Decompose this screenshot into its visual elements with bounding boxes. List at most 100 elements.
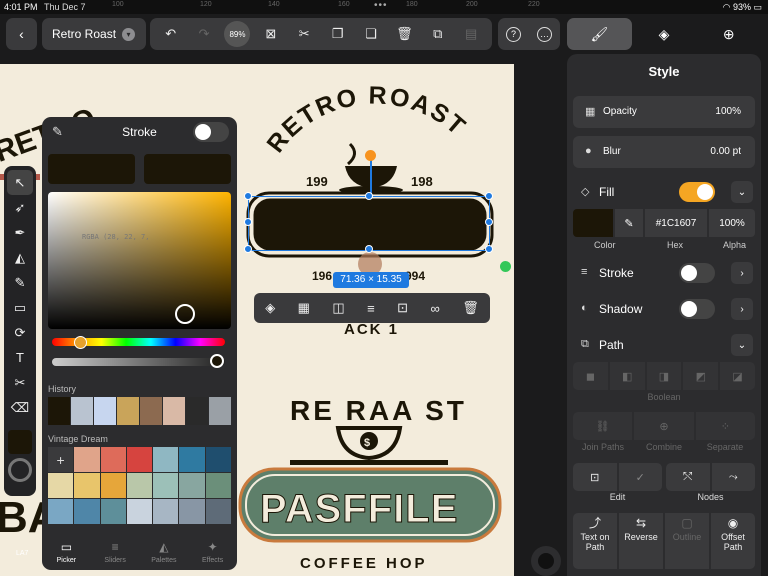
direct-selection-tool-icon[interactable]: ➶ — [7, 195, 33, 220]
fill-alpha-field[interactable]: 100% — [709, 209, 755, 237]
selection-tool-icon[interactable]: ↖ — [7, 170, 33, 195]
duplicate-icon[interactable]: ⧉ — [425, 26, 451, 42]
hue-slider-knob[interactable] — [74, 336, 87, 349]
boolean-subtract-icon[interactable]: ◧ — [609, 362, 645, 390]
link-icon[interactable]: ∞ — [431, 301, 440, 316]
lasso-tool-icon[interactable]: ⟳ — [7, 320, 33, 345]
align-icon[interactable]: ◫ — [332, 300, 344, 316]
fill-toggle[interactable] — [679, 182, 715, 202]
fill-eyedropper-icon[interactable]: ✎ — [615, 209, 643, 237]
shape-builder-tool-icon[interactable]: ◭ — [7, 245, 33, 270]
stroke-toggle[interactable] — [679, 263, 715, 283]
palette-swatch[interactable] — [205, 473, 231, 498]
history-swatch[interactable] — [117, 397, 139, 425]
opacity-icon[interactable]: ▦ — [298, 300, 310, 316]
palette-swatch[interactable] — [153, 473, 179, 498]
distribute-icon[interactable]: ≡ — [367, 301, 375, 316]
arrange-layers-icon[interactable]: ◈ — [265, 300, 275, 316]
history-swatch[interactable] — [48, 397, 70, 425]
fill-color-swatch[interactable] — [573, 209, 613, 237]
undo-icon[interactable]: ↶ — [158, 26, 184, 42]
opacity-row[interactable]: ▦ Opacity 100% — [573, 96, 755, 128]
tab-palettes[interactable]: ◭ Palettes — [140, 533, 189, 570]
document-title-button[interactable]: Retro Roast ▾ — [42, 18, 146, 50]
palette-swatch[interactable] — [126, 499, 153, 524]
join-paths-icon[interactable]: ⛓ — [573, 412, 633, 440]
rectangle-tool-icon[interactable]: ▭ — [7, 295, 33, 320]
palette-swatch[interactable] — [179, 473, 205, 498]
tab-add-icon[interactable]: ⊕ — [696, 18, 761, 50]
palette-swatch[interactable] — [153, 499, 179, 524]
palette-swatch[interactable] — [100, 473, 126, 498]
outline-button[interactable]: ▢ Outline — [665, 513, 709, 569]
palette-swatch[interactable] — [74, 447, 100, 472]
history-swatch[interactable] — [71, 397, 93, 425]
palette-swatch[interactable] — [74, 473, 100, 498]
resize-handle-b[interactable] — [365, 245, 373, 253]
separate-icon[interactable]: ⁘ — [695, 412, 755, 440]
history-swatch[interactable] — [163, 397, 185, 425]
history-swatch[interactable] — [186, 397, 208, 425]
add-color-button[interactable]: + — [48, 447, 74, 472]
boolean-intersect-icon[interactable]: ◨ — [646, 362, 682, 390]
resize-handle-tl[interactable] — [244, 192, 252, 200]
brush-tool-icon[interactable]: ✎ — [7, 270, 33, 295]
palette-swatch[interactable] — [205, 447, 231, 472]
tab-layers-icon[interactable]: ◈ — [632, 18, 697, 50]
anchor-point[interactable] — [500, 261, 511, 272]
offset-path-button[interactable]: ◉ Offset Path — [711, 513, 755, 569]
palette-swatch[interactable] — [126, 447, 153, 472]
node-smooth-icon[interactable]: ⤲ — [666, 463, 710, 491]
scissors-tool-icon[interactable]: ✂ — [7, 370, 33, 395]
resize-handle-l[interactable] — [244, 218, 252, 226]
delete-icon[interactable]: 🗑 — [391, 26, 417, 42]
tab-effects[interactable]: ✦ Effects — [188, 533, 237, 570]
shadow-toggle[interactable] — [679, 299, 715, 319]
stroke-chevron-right-icon[interactable]: › — [731, 262, 753, 284]
boolean-union-icon[interactable]: ◼ — [573, 362, 608, 390]
text-on-path-button[interactable]: ⤴ Text on Path — [573, 513, 617, 569]
record-button[interactable] — [531, 546, 561, 576]
palette-swatch[interactable] — [179, 447, 205, 472]
multitask-dots-icon[interactable]: ••• — [374, 0, 388, 11]
reverse-button[interactable]: ⇆ Reverse — [619, 513, 663, 569]
boolean-divide-icon[interactable]: ◪ — [720, 362, 755, 390]
previous-color-preview[interactable] — [144, 154, 231, 184]
fill-hex-field[interactable]: #1C1607 — [645, 209, 707, 237]
history-swatch[interactable] — [140, 397, 162, 425]
paste-icon[interactable]: ❏ — [358, 26, 384, 42]
palette-swatch[interactable] — [179, 499, 205, 524]
stroke-enable-toggle[interactable] — [193, 122, 229, 142]
transform-icon[interactable]: ⊡ — [397, 300, 408, 316]
resize-handle-t[interactable] — [365, 192, 373, 200]
edit-confirm-icon[interactable]: ✓ — [618, 463, 662, 491]
help-icon[interactable]: ? — [506, 26, 521, 42]
eraser-tool-icon[interactable]: ⌫ — [7, 395, 33, 420]
stroke-swatch[interactable] — [8, 458, 32, 482]
trash-icon[interactable]: 🗑 — [462, 300, 479, 316]
resize-handle-br[interactable] — [485, 245, 493, 253]
paste-in-place-icon[interactable]: ▤ — [458, 26, 484, 42]
tab-style-brush-icon[interactable]: 🖌 — [567, 18, 632, 50]
tab-picker[interactable]: ▭ Picker — [42, 533, 91, 570]
palette-swatch[interactable] — [100, 447, 126, 472]
history-swatch[interactable] — [94, 397, 116, 425]
path-chevron-down-icon[interactable]: ⌄ — [731, 334, 753, 356]
fill-chevron-down-icon[interactable]: ⌄ — [731, 181, 753, 203]
combine-icon[interactable]: ⊕ — [634, 412, 694, 440]
palette-swatch[interactable] — [126, 473, 153, 498]
resize-handle-r[interactable] — [485, 218, 493, 226]
node-corner-icon[interactable]: ⤳ — [711, 463, 755, 491]
resize-handle-tr[interactable] — [485, 192, 493, 200]
palette-swatch[interactable] — [153, 447, 179, 472]
selection-box[interactable] — [248, 196, 490, 251]
fill-swatch[interactable] — [8, 430, 32, 454]
text-tool-icon[interactable]: T — [7, 345, 33, 370]
boolean-exclude-icon[interactable]: ◩ — [683, 362, 719, 390]
alpha-slider-knob[interactable] — [210, 354, 224, 368]
shadow-chevron-right-icon[interactable]: › — [731, 298, 753, 320]
palette-swatch[interactable] — [48, 499, 74, 524]
rotation-handle[interactable] — [365, 150, 376, 161]
redo-icon[interactable]: ↷ — [191, 26, 217, 42]
back-button[interactable]: ‹ — [6, 18, 37, 50]
